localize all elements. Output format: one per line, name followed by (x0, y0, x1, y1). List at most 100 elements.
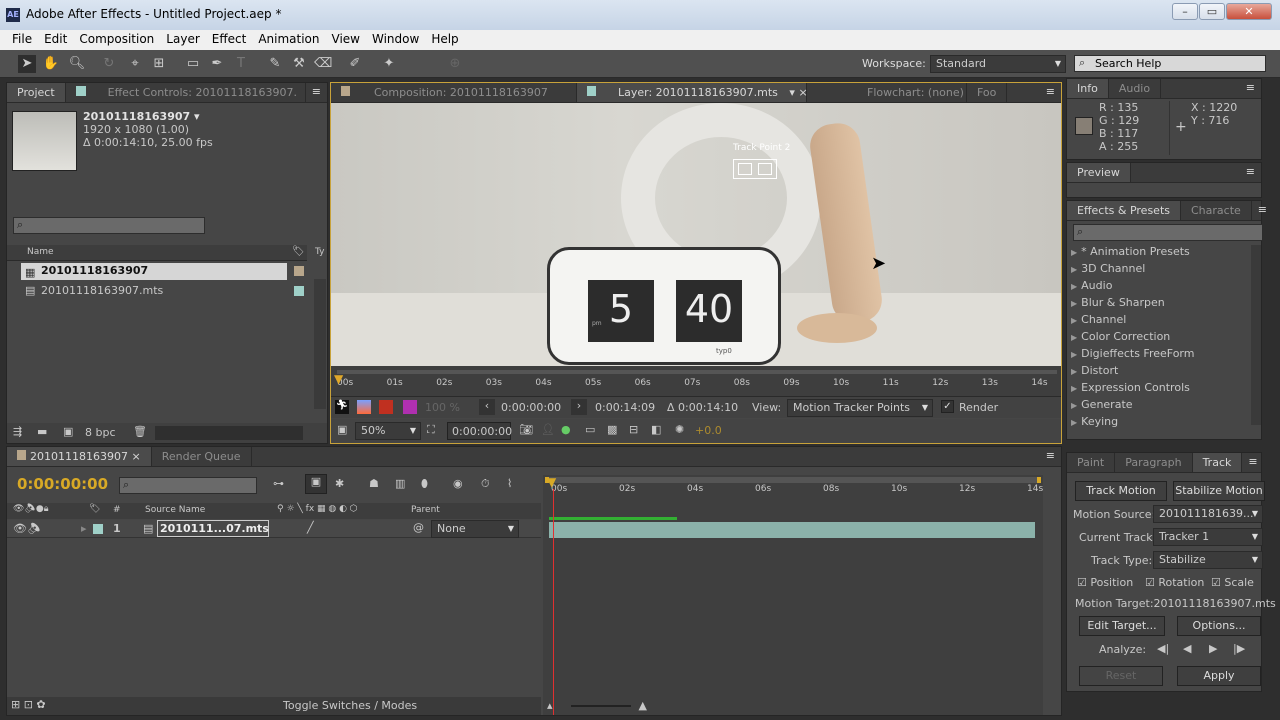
menu-help[interactable]: Help (425, 30, 464, 50)
menu-window[interactable]: Window (366, 30, 425, 50)
panel-menu-icon[interactable]: ≡ (1040, 83, 1061, 102)
label-color[interactable] (93, 524, 103, 534)
feature-region[interactable] (738, 163, 752, 175)
expand-triangle-icon[interactable]: ▶ (1071, 248, 1077, 257)
timeline-graph-area[interactable]: 00s 02s 04s 06s 08s 10s 12s 14s ▼ (543, 475, 1043, 715)
expand-triangle-icon[interactable]: ▶ (1071, 401, 1077, 410)
tab-info[interactable]: Info (1067, 79, 1109, 98)
item-name[interactable]: 20101118163907 ▾ (83, 110, 200, 123)
layer-duration-bar[interactable] (549, 522, 1035, 538)
effect-category[interactable]: ▶ Audio (1071, 279, 1251, 296)
layer-switches-icons[interactable]: ⊞ ⊡ ✿ (11, 698, 46, 711)
tab-effect-controls[interactable]: Effect Controls: 20101118163907. (66, 83, 306, 102)
feature-region[interactable] (758, 163, 772, 175)
snap-icon[interactable]: ⊕ (446, 55, 464, 73)
effect-category[interactable]: ▶ * Animation Presets (1071, 245, 1251, 262)
expand-triangle-icon[interactable]: ▶ (1071, 333, 1077, 342)
reset-button[interactable]: Reset (1079, 666, 1163, 686)
project-search-input[interactable]: ⌕ (13, 217, 205, 234)
zoom-slider[interactable]: ▴ ▲ (547, 699, 647, 712)
vertical-scrollbar[interactable] (1251, 245, 1261, 425)
tab-layer[interactable]: Layer: 20101118163907.mts ▾ × (577, 83, 808, 102)
panel-menu-icon[interactable]: ≡ (1240, 163, 1261, 182)
expand-triangle-icon[interactable]: ▶ (1071, 367, 1077, 376)
menu-file[interactable]: File (6, 30, 38, 50)
eraser-tool-icon[interactable]: ⌫ (314, 55, 332, 73)
rotate-tool-icon[interactable]: ↻ (100, 55, 118, 73)
layer-name[interactable]: 2010111...07.mts (157, 520, 269, 537)
rectangle-tool-icon[interactable]: ▭ (184, 55, 202, 73)
brainstorm-icon[interactable]: ◉ (453, 477, 463, 490)
footage-frame[interactable]: 5 pm 40 typ0 Track Point 2 ➤ (331, 103, 1061, 366)
workspace-dropdown[interactable]: Standard (930, 55, 1066, 73)
exposure-value[interactable]: +0.0 (695, 424, 722, 437)
effect-category[interactable]: ▶ Blur & Sharpen (1071, 296, 1251, 313)
view-dropdown[interactable]: Motion Tracker Points (787, 399, 933, 417)
expand-triangle-icon[interactable]: ▶ (1071, 384, 1077, 393)
selection-tool-icon[interactable]: ➤ (18, 55, 36, 73)
tab-footage[interactable]: Foo (967, 83, 1008, 102)
expand-triangle-icon[interactable]: ▶ (1071, 299, 1077, 308)
panel-menu-icon[interactable]: ≡ (1252, 201, 1273, 220)
title-action-safe-icon[interactable]: ⊟ (629, 423, 638, 436)
auto-keyframe-icon[interactable]: ⏱︎ (481, 477, 490, 491)
menu-composition[interactable]: Composition (73, 30, 160, 50)
menu-layer[interactable]: Layer (160, 30, 205, 50)
roto-brush-tool-icon[interactable]: ✐ (346, 55, 364, 73)
show-channel-icon[interactable]: 🏃︎ (335, 400, 349, 414)
out-point[interactable]: 0:00:14:09 (595, 401, 655, 414)
vertical-scrollbar[interactable] (314, 279, 326, 409)
analyze-forward-one-frame-icon[interactable]: |▶ (1233, 642, 1245, 655)
always-preview-icon[interactable]: ▣ (337, 423, 347, 436)
tab-project[interactable]: Project (7, 83, 66, 102)
column-parent[interactable]: Parent (411, 505, 440, 515)
tab-character[interactable]: Characte (1181, 201, 1252, 220)
track-type-dropdown[interactable]: Stabilize (1153, 551, 1263, 569)
zoom-tool-icon[interactable]: 🔍︎ (68, 55, 86, 73)
panel-menu-icon[interactable]: ≡ (1242, 453, 1263, 472)
column-source-name[interactable]: Source Name (145, 505, 205, 515)
panel-menu-icon[interactable]: ≡ (306, 83, 327, 102)
panel-menu-icon[interactable]: ≡ (1240, 79, 1261, 98)
clone-stamp-tool-icon[interactable]: ⚒ (290, 55, 308, 73)
menu-animation[interactable]: Animation (252, 30, 325, 50)
new-folder-icon[interactable]: ▬ (37, 425, 47, 438)
hide-shy-layers-icon[interactable]: ☗ (369, 477, 379, 490)
effect-category[interactable]: ▶ Color Correction (1071, 330, 1251, 347)
motion-source-dropdown[interactable]: 201011181639... (1153, 505, 1263, 523)
effect-category[interactable]: ▶ Channel (1071, 313, 1251, 330)
tab-composition[interactable]: Composition: 20101118163907 (331, 83, 577, 102)
menu-view[interactable]: View (326, 30, 366, 50)
column-number[interactable]: # (113, 505, 121, 515)
tab-render-queue[interactable]: Render Queue (152, 447, 252, 466)
brush-tool-icon[interactable]: ✎ (266, 55, 284, 73)
maximize-button[interactable]: ▭ (1199, 3, 1225, 20)
column-type[interactable]: Ty (315, 247, 324, 257)
interpret-footage-icon[interactable]: ⇶ (13, 425, 22, 438)
effects-search-input[interactable]: ⌕ (1073, 224, 1263, 241)
current-time-field[interactable]: 0:00:00:00 (447, 422, 512, 440)
time-ruler[interactable]: 00s 01s 02s 03s 04s 05s 06s 07s 08s 09s 10s 11s 12s 1… (331, 366, 1061, 396)
puppet-tool-icon[interactable]: ✦ (380, 55, 398, 73)
menu-effect[interactable]: Effect (206, 30, 253, 50)
position-checkbox[interactable]: ☑ Position (1077, 576, 1133, 589)
new-composition-icon[interactable]: ▣ (63, 425, 73, 438)
project-item-composition[interactable]: 20101118163907 (21, 263, 287, 280)
pen-tool-icon[interactable]: ✒ (208, 55, 226, 73)
tab-tracker[interactable]: Track (1192, 453, 1243, 472)
apply-button[interactable]: Apply (1177, 666, 1261, 686)
video-visibility-icon[interactable]: 👁︎🔈︎ (13, 522, 41, 535)
expand-triangle-icon[interactable]: ▶ (1071, 350, 1077, 359)
layer-row[interactable]: 👁︎🔈︎ ▸ 1 ▤ 2010111...07.mts ╱ @ None (7, 520, 541, 538)
region-of-interest-icon[interactable]: ⛶ (427, 423, 435, 437)
current-time-indicator[interactable]: ▼ (334, 372, 343, 386)
frame-blending-icon[interactable]: ▥ (395, 477, 405, 490)
edit-target-button[interactable]: Edit Target... (1079, 616, 1165, 636)
work-area-bar[interactable] (337, 370, 1057, 374)
expand-triangle-icon[interactable]: ▶ (1071, 316, 1077, 325)
options-button[interactable]: Options... (1177, 616, 1261, 636)
text-tool-icon[interactable]: T (232, 55, 250, 73)
tab-paragraph[interactable]: Paragraph (1115, 453, 1193, 472)
effect-category[interactable]: ▶ Keying (1071, 415, 1251, 427)
analyze-forward-icon[interactable]: ▶ (1209, 642, 1217, 655)
